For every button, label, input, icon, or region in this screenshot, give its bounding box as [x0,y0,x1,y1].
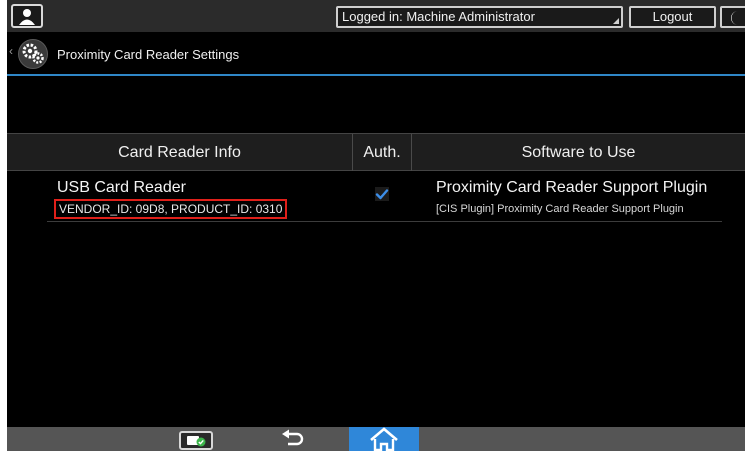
app-check-icon [187,436,206,447]
user-button[interactable] [11,4,43,28]
chevron-left-icon[interactable]: ‹ [9,44,13,58]
home-button[interactable] [349,427,419,451]
page-header: ‹ Proximity Card Reader Settings [7,32,745,76]
software-detail: [CIS Plugin] Proximity Card Reader Suppo… [436,203,684,215]
login-status-field[interactable]: Logged in: Machine Administrator [336,6,623,28]
moon-icon [731,11,738,25]
status-bar: Logged in: Machine Administrator Logout [7,0,745,32]
bottom-navigation-bar [7,427,745,451]
auth-cell[interactable] [352,171,412,221]
device-screen: Logged in: Machine Administrator Logout … [7,0,745,451]
gears-icon [18,39,48,69]
reader-name: USB Card Reader [57,179,186,196]
column-header-auth: Auth. [352,134,412,171]
app-button[interactable] [179,431,213,450]
vendor-product-id: VENDOR_ID: 09D8, PRODUCT_ID: 0310 [54,199,288,219]
page-title: Proximity Card Reader Settings [57,47,240,62]
software-name: Proximity Card Reader Support Plugin [436,179,708,196]
column-header-software: Software to Use [521,144,636,161]
dropdown-corner-icon [613,18,619,24]
auth-checkbox[interactable] [375,187,389,201]
home-icon [370,427,398,451]
login-status-label: Logged in: Machine Administrator [342,9,535,24]
check-icon [375,189,389,200]
table-header: Card Reader Info Auth. Software to Use [7,133,745,171]
table-row[interactable]: USB Card Reader VENDOR_ID: 09D8, PRODUCT… [47,171,722,222]
logout-button[interactable]: Logout [629,6,716,28]
column-header-card-reader-info: Card Reader Info [118,144,241,161]
back-arrow-icon[interactable] [278,429,308,449]
energy-saver-button[interactable] [720,6,745,28]
user-icon [19,9,35,25]
